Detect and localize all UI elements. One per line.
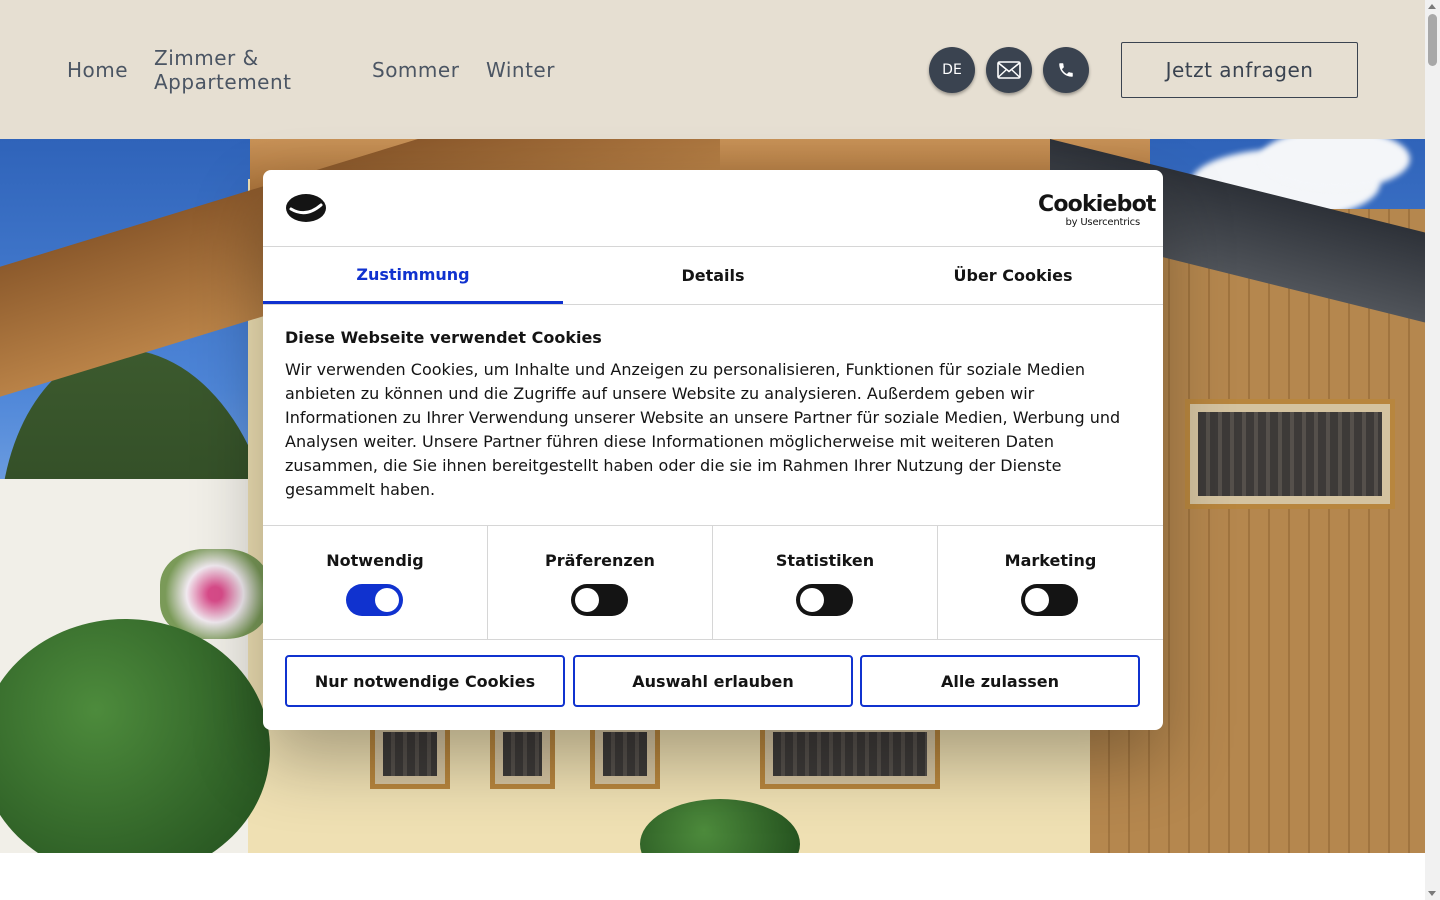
category-statistiken: Statistiken	[713, 526, 938, 639]
nav-winter[interactable]: Winter	[486, 58, 555, 82]
language-button[interactable]: DE	[929, 47, 975, 93]
toggle-praeferenzen[interactable]	[571, 584, 628, 616]
divider	[263, 304, 1163, 305]
toggle-knob	[800, 588, 824, 612]
toggle-knob	[1025, 588, 1049, 612]
scroll-up-arrow-icon[interactable]	[1428, 4, 1436, 9]
category-label: Statistiken	[775, 551, 875, 570]
category-label: Notwendig	[326, 551, 424, 570]
site-header: Home Zimmer & Appartement Sommer Winter …	[0, 0, 1425, 139]
language-label: DE	[942, 62, 962, 78]
category-label: Marketing	[1004, 551, 1097, 570]
nav-zimmer-appartement[interactable]: Zimmer & Appartement	[154, 46, 324, 94]
divider	[263, 639, 1163, 640]
allow-all-button[interactable]: Alle zulassen	[860, 655, 1140, 707]
toggle-statistiken[interactable]	[796, 584, 853, 616]
tab-details[interactable]: Details	[563, 247, 863, 304]
necessary-only-button[interactable]: Nur notwendige Cookies	[285, 655, 565, 707]
category-marketing: Marketing	[938, 526, 1163, 639]
dialog-description: Wir verwenden Cookies, um Inhalte und An…	[285, 360, 1121, 499]
category-praeferenzen: Präferenzen	[488, 526, 713, 639]
toggle-knob	[575, 588, 599, 612]
cookiebot-logo-icon	[286, 194, 326, 222]
category-notwendig: Notwendig	[263, 526, 488, 639]
category-label: Präferenzen	[545, 551, 655, 570]
toggle-knob	[375, 588, 399, 612]
brand-name: Cookiebot	[1038, 192, 1156, 217]
tab-zustimmung[interactable]: Zustimmung	[263, 247, 563, 304]
cookiebot-brand: Cookiebot by Usercentrics	[1038, 192, 1156, 229]
cookie-consent-dialog: Cookiebot by Usercentrics Zustimmung Det…	[263, 170, 1163, 730]
dialog-title: Diese Webseite verwendet Cookies	[285, 328, 602, 347]
flower-box	[160, 549, 270, 639]
nav-sommer[interactable]: Sommer	[372, 58, 459, 82]
window	[1185, 399, 1395, 509]
mail-button[interactable]	[986, 47, 1032, 93]
scroll-thumb[interactable]	[1428, 14, 1437, 66]
tab-ueber-cookies[interactable]: Über Cookies	[863, 247, 1163, 304]
page-scrollbar[interactable]	[1425, 0, 1440, 900]
phone-button[interactable]	[1043, 47, 1089, 93]
toggle-notwendig[interactable]	[346, 584, 403, 616]
toggle-marketing[interactable]	[1021, 584, 1078, 616]
scroll-down-arrow-icon[interactable]	[1428, 891, 1436, 896]
nav-home[interactable]: Home	[67, 58, 128, 82]
allow-selection-button[interactable]: Auswahl erlauben	[573, 655, 853, 707]
phone-icon	[1059, 63, 1073, 77]
envelope-icon	[997, 61, 1021, 79]
request-button[interactable]: Jetzt anfragen	[1121, 42, 1358, 98]
brand-sub: by Usercentrics	[1065, 217, 1140, 228]
